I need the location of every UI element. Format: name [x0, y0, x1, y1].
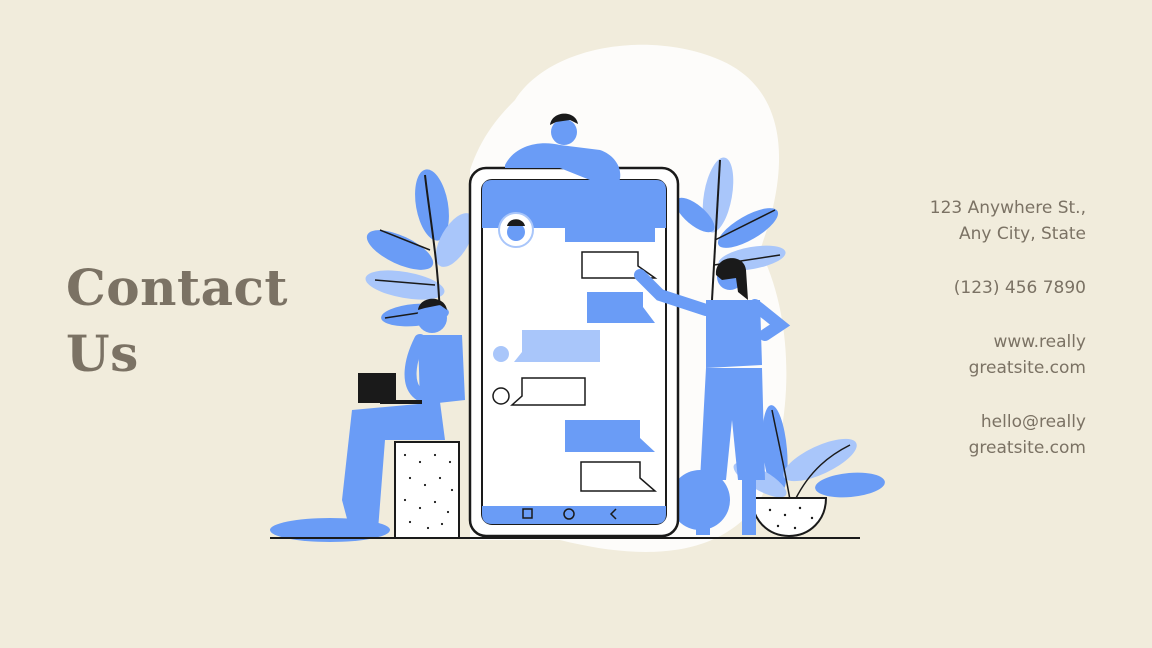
seated-person: [342, 298, 465, 539]
stool: [394, 441, 460, 539]
messaging-illustration: [270, 44, 885, 552]
chat-bubble-light: [514, 330, 600, 362]
laptop: [358, 373, 396, 403]
phone: [468, 166, 680, 538]
chat-bubble-outline-2: [510, 377, 586, 406]
chat-bubble-top: [565, 228, 655, 242]
